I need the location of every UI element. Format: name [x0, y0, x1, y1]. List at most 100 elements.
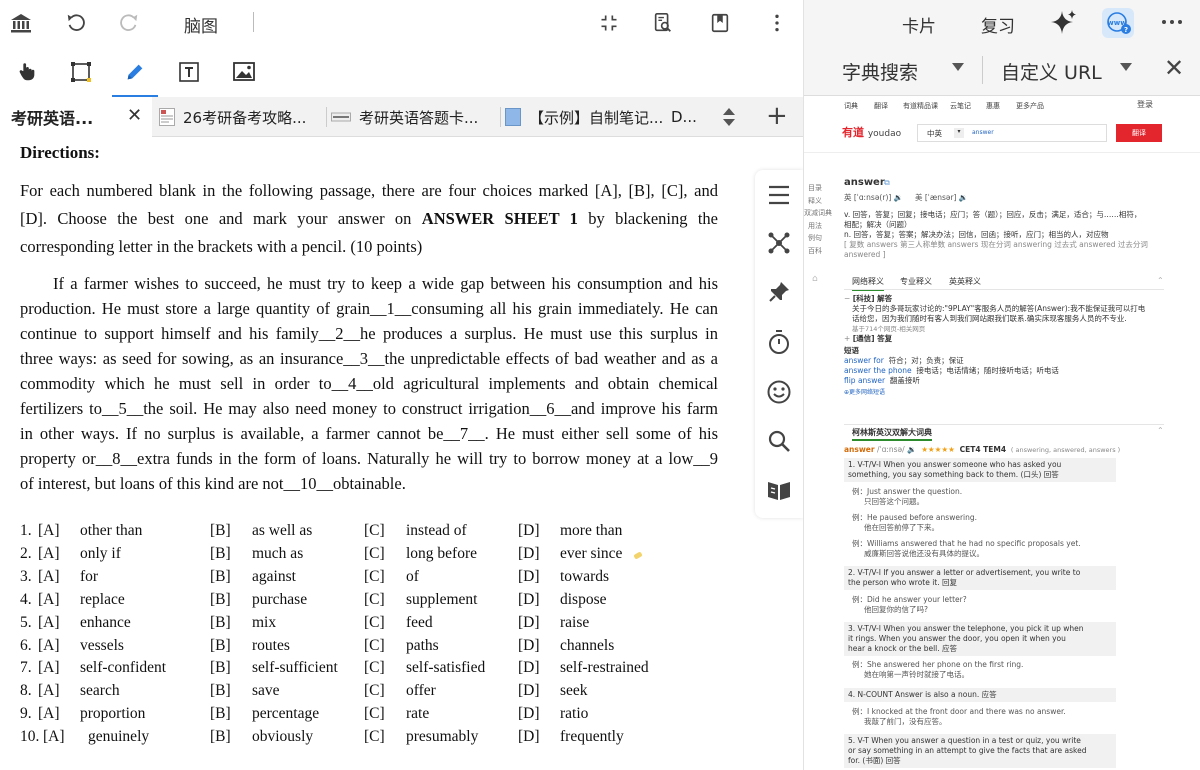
ai-sparkle-icon[interactable]: [1049, 8, 1079, 42]
divider: [982, 56, 983, 84]
def-line: n. 回答，答复；答案；解决办法；回信，回函；接听，应门；相当的人，对应物: [844, 230, 1109, 239]
example-cn: 他在回答前停了下来。: [864, 523, 939, 532]
library-icon[interactable]: [4, 6, 38, 40]
bookmark-word-icon[interactable]: ⧉: [884, 178, 890, 188]
chevron-up-icon[interactable]: ⌃: [1157, 426, 1164, 435]
close-icon[interactable]: ✕: [1164, 54, 1184, 82]
side-nav-item[interactable]: 目录: [808, 182, 828, 195]
example: 例：He paused before answering. 他在回答前停了下来。: [852, 513, 977, 533]
close-tab-icon[interactable]: ✕: [127, 105, 142, 126]
nav-link[interactable]: 有道精品课: [903, 101, 938, 111]
mindmap-button[interactable]: 脑图: [184, 12, 218, 37]
nav-link[interactable]: 更多产品: [1016, 101, 1044, 111]
collapse-icon[interactable]: ⌂: [812, 274, 818, 284]
outline-menu-icon[interactable]: [764, 180, 794, 210]
nav-link[interactable]: 惠惠: [986, 101, 1000, 111]
tab-professional[interactable]: 专业释义: [900, 276, 932, 287]
option-number: 6.: [20, 636, 32, 654]
nav-link[interactable]: 云笔记: [950, 101, 971, 111]
emoji-icon[interactable]: [764, 377, 794, 407]
language-select[interactable]: 中英: [927, 128, 942, 139]
option-letter: [A]: [38, 682, 60, 700]
tab-item[interactable]: 26考研备考攻略...: [155, 97, 325, 137]
collapse-icon[interactable]: [592, 6, 626, 40]
search-icon[interactable]: [764, 426, 794, 456]
phrase-meaning: 翻盖接听: [889, 376, 920, 385]
translate-book-icon[interactable]: [764, 475, 794, 505]
nav-link[interactable]: 词典: [844, 101, 858, 111]
option-letter: [A]: [38, 659, 60, 677]
login-link[interactable]: 登录: [1137, 99, 1153, 110]
collapse-minus-icon[interactable]: −: [844, 294, 850, 303]
side-nav-item[interactable]: 用法: [808, 220, 828, 233]
web-text: 关于今日的多哥玩家讨论的:"9PLAY"客服务人员的解答(Answer):我不能…: [852, 304, 1146, 313]
sort-tabs-icon[interactable]: [718, 105, 740, 129]
custom-url-select[interactable]: 自定义 URL: [1001, 58, 1102, 85]
review-button[interactable]: 复习: [981, 12, 1015, 37]
mindmap-nodes-icon[interactable]: [764, 228, 794, 258]
add-tab-icon[interactable]: +: [766, 102, 788, 130]
option-number: 3.: [20, 567, 32, 585]
web-source-link[interactable]: 基于714个网页-相关网页: [852, 324, 1169, 334]
translate-button[interactable]: 翻译: [1116, 124, 1162, 142]
side-nav-item[interactable]: 百科: [808, 245, 828, 258]
side-nav-item[interactable]: 例句: [808, 232, 828, 245]
directions-title: Directions:: [20, 143, 100, 162]
undo-icon[interactable]: [59, 6, 93, 40]
redo-icon[interactable]: [112, 6, 146, 40]
search-query[interactable]: answer: [972, 129, 994, 136]
option-letter: [D]: [518, 728, 540, 746]
tab-item[interactable]: 【示例】自制笔记...: [503, 97, 671, 137]
more-horizontal-icon[interactable]: [1160, 12, 1184, 36]
tab-english-english[interactable]: 英英释义: [949, 276, 981, 287]
web-help-icon[interactable]: www?: [1102, 8, 1134, 38]
sense-line: 5. V-T When you answer a question in a t…: [848, 736, 1081, 745]
nav-link[interactable]: 翻译: [874, 101, 888, 111]
option-text: obviously: [252, 728, 314, 746]
image-icon[interactable]: [227, 55, 261, 89]
option-text: enhance: [80, 613, 131, 631]
text-box-icon[interactable]: [172, 55, 206, 89]
web-tag: [科技] 解答: [852, 294, 893, 303]
hand-pointer-icon[interactable]: [10, 55, 44, 89]
language-chevron-icon[interactable]: ▾: [954, 128, 964, 138]
tab-item[interactable]: D...: [671, 97, 701, 137]
chevron-down-icon[interactable]: [1120, 63, 1132, 71]
tab-active[interactable]: 考研英语... ✕: [0, 97, 152, 137]
selection-rect-icon[interactable]: [64, 55, 98, 89]
speaker-icon[interactable]: 🔉: [959, 193, 968, 202]
more-phrases-link[interactable]: ⊕更多网络短语: [844, 388, 1169, 398]
option-row: 10. [A] genuinely [B] obviously [C] presumably…: [20, 728, 720, 751]
option-letter: [C]: [364, 567, 385, 585]
youdao-search-box[interactable]: 中英 ▾ answer: [917, 124, 1107, 142]
collins-sense: 2. V-T/V-I If you answer a letter or adv…: [844, 566, 1116, 590]
pen-icon[interactable]: [112, 55, 158, 97]
more-vertical-icon[interactable]: [760, 6, 794, 40]
phrase-link[interactable]: flip answer: [844, 376, 885, 385]
example-en: 例：I knocked at the front door and there …: [852, 707, 1066, 716]
phrase-link[interactable]: answer the phone: [844, 366, 912, 375]
side-toolbar: [755, 170, 803, 518]
timer-icon[interactable]: [764, 327, 794, 357]
side-nav-item[interactable]: 释义: [808, 195, 828, 208]
option-text: search: [80, 682, 120, 700]
pin-icon[interactable]: [764, 277, 794, 307]
dictionary-search-select[interactable]: 字典搜索: [842, 58, 918, 85]
side-nav-item[interactable]: 双减词典: [804, 207, 832, 220]
bookmark-icon[interactable]: [703, 6, 737, 40]
expand-plus-icon[interactable]: +: [844, 334, 850, 343]
phonetic-uk: 英 [ˈɑːnsə(r)]: [844, 193, 892, 202]
chevron-up-icon[interactable]: ⌃: [1157, 276, 1164, 285]
option-text: replace: [80, 590, 125, 608]
sense-line: 2. V-T/V-I If you answer a letter or adv…: [848, 568, 1081, 577]
search-page-icon[interactable]: [646, 6, 680, 40]
chevron-down-icon[interactable]: [952, 63, 964, 71]
speaker-icon[interactable]: 🔉: [894, 193, 903, 202]
speaker-icon[interactable]: 🔉: [907, 445, 916, 454]
tab-item[interactable]: 考研英语答题卡...: [329, 97, 499, 137]
tab-label: 考研英语答题卡...: [359, 108, 479, 127]
example-cn: 只回答这个问题。: [864, 497, 924, 506]
card-button[interactable]: 卡片: [902, 12, 936, 37]
option-row: 6. [A] vessels [B] routes [C] paths [D] channels: [20, 637, 720, 660]
phrase-link[interactable]: answer for: [844, 356, 884, 365]
